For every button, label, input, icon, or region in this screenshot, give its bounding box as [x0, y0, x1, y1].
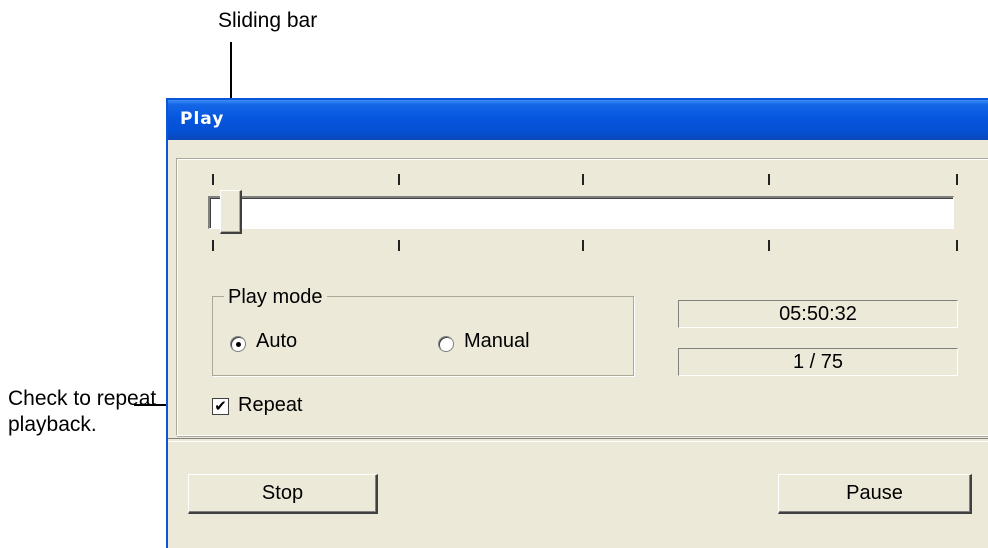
- slider-tick: [212, 174, 214, 185]
- slider-tick: [956, 174, 958, 185]
- sliding-bar-callout: Sliding bar: [218, 9, 318, 32]
- auto-radio[interactable]: [230, 336, 246, 352]
- radio-selected-dot: [236, 342, 241, 347]
- auto-radio-label[interactable]: Auto: [256, 330, 297, 353]
- title-bar[interactable]: Play: [168, 100, 988, 140]
- slider-tick: [398, 240, 400, 251]
- repeat-label[interactable]: Repeat: [238, 394, 303, 417]
- slider-tick: [768, 174, 770, 185]
- slider-tick: [212, 240, 214, 251]
- slider-tick: [582, 174, 584, 185]
- repeat-checkbox[interactable]: ✔: [212, 398, 229, 415]
- repeat-callout: Check to repeat playback.: [8, 387, 157, 436]
- slider-tick: [956, 240, 958, 251]
- play-window: Play Play mode Auto Manual 05:50:32 1 / …: [166, 98, 988, 548]
- pause-button[interactable]: Pause: [778, 474, 972, 514]
- manual-radio-label[interactable]: Manual: [464, 330, 530, 353]
- sliding-bar-track[interactable]: [208, 196, 954, 229]
- time-readout: 05:50:32: [678, 300, 958, 328]
- slider-tick: [768, 240, 770, 251]
- sliding-bar-thumb[interactable]: [220, 190, 242, 234]
- slider-tick: [398, 174, 400, 185]
- separator: [168, 438, 988, 442]
- window-title: Play: [180, 109, 225, 129]
- slider-tick: [582, 240, 584, 251]
- stop-button[interactable]: Stop: [188, 474, 378, 514]
- play-mode-legend: Play mode: [224, 286, 327, 309]
- manual-radio[interactable]: [438, 336, 454, 352]
- frame-readout: 1 / 75: [678, 348, 958, 376]
